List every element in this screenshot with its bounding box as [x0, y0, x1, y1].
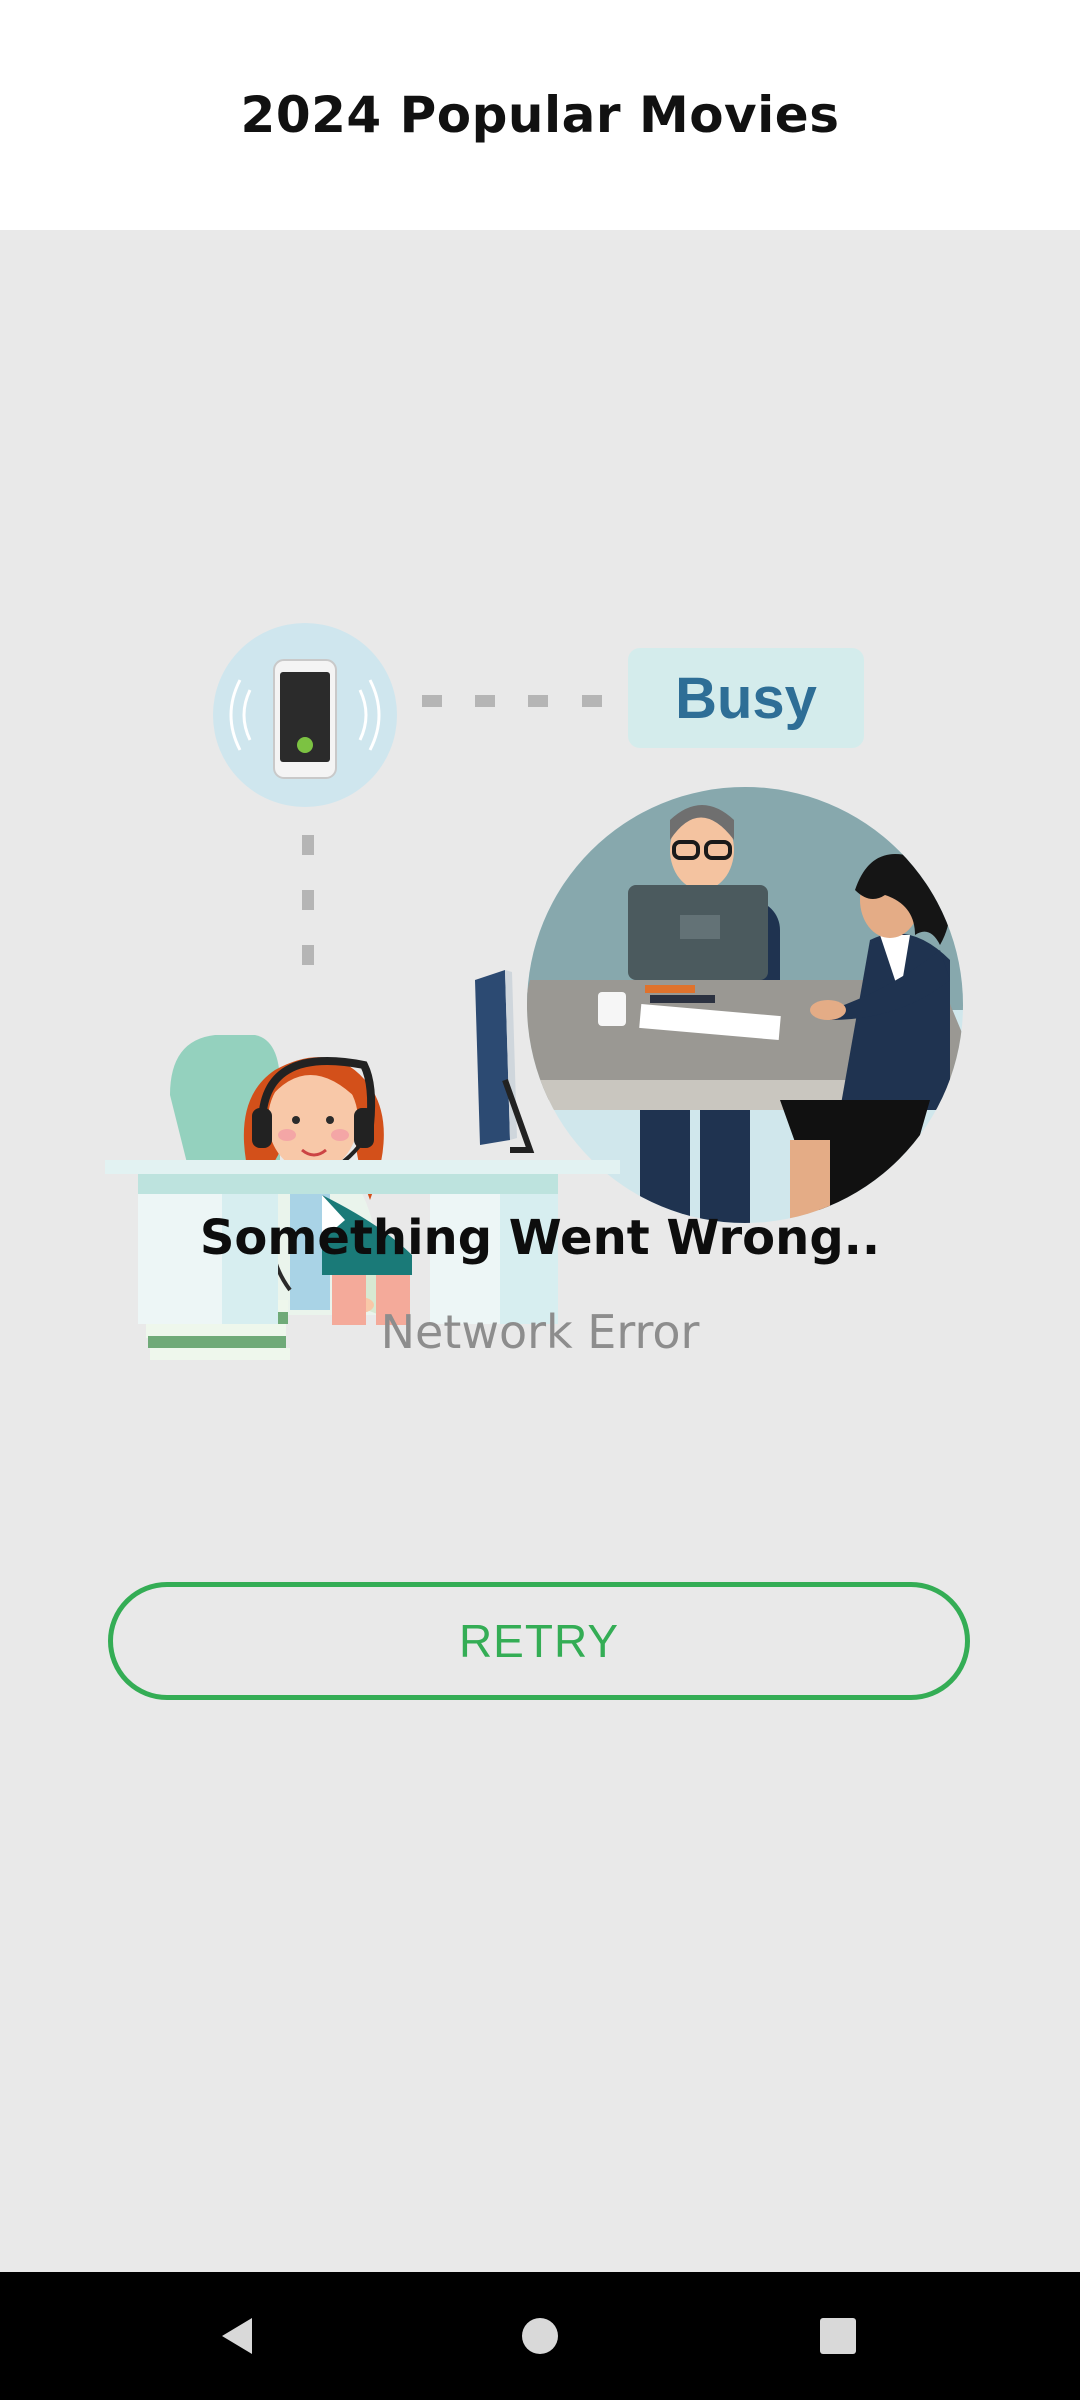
recents-square-icon [820, 2318, 856, 2354]
error-subtitle: Network Error [380, 1305, 700, 1359]
page-title: 2024 Popular Movies [240, 86, 840, 144]
busy-badge: Busy [628, 648, 864, 748]
meeting-scene-illustration [527, 787, 963, 1223]
error-title: Something Went Wrong.. [199, 1210, 881, 1266]
back-button[interactable] [148, 2272, 328, 2400]
app-bar: 2024 Popular Movies [0, 0, 1080, 230]
home-button[interactable] [450, 2272, 630, 2400]
retry-button-label: RETRY [458, 1615, 620, 1667]
phone-call-icon [213, 623, 397, 807]
system-navigation-bar [0, 2272, 1080, 2400]
connector-line-vertical [302, 835, 314, 965]
error-screen: Busy Something Went Wrong.. Network Erro… [0, 230, 1080, 2272]
back-triangle-icon [222, 2318, 252, 2354]
connector-line-horizontal [422, 695, 602, 707]
recents-button[interactable] [748, 2272, 928, 2400]
home-circle-icon [522, 2318, 558, 2354]
busy-label: Busy [675, 666, 817, 731]
retry-button[interactable]: RETRY [108, 1582, 970, 1700]
